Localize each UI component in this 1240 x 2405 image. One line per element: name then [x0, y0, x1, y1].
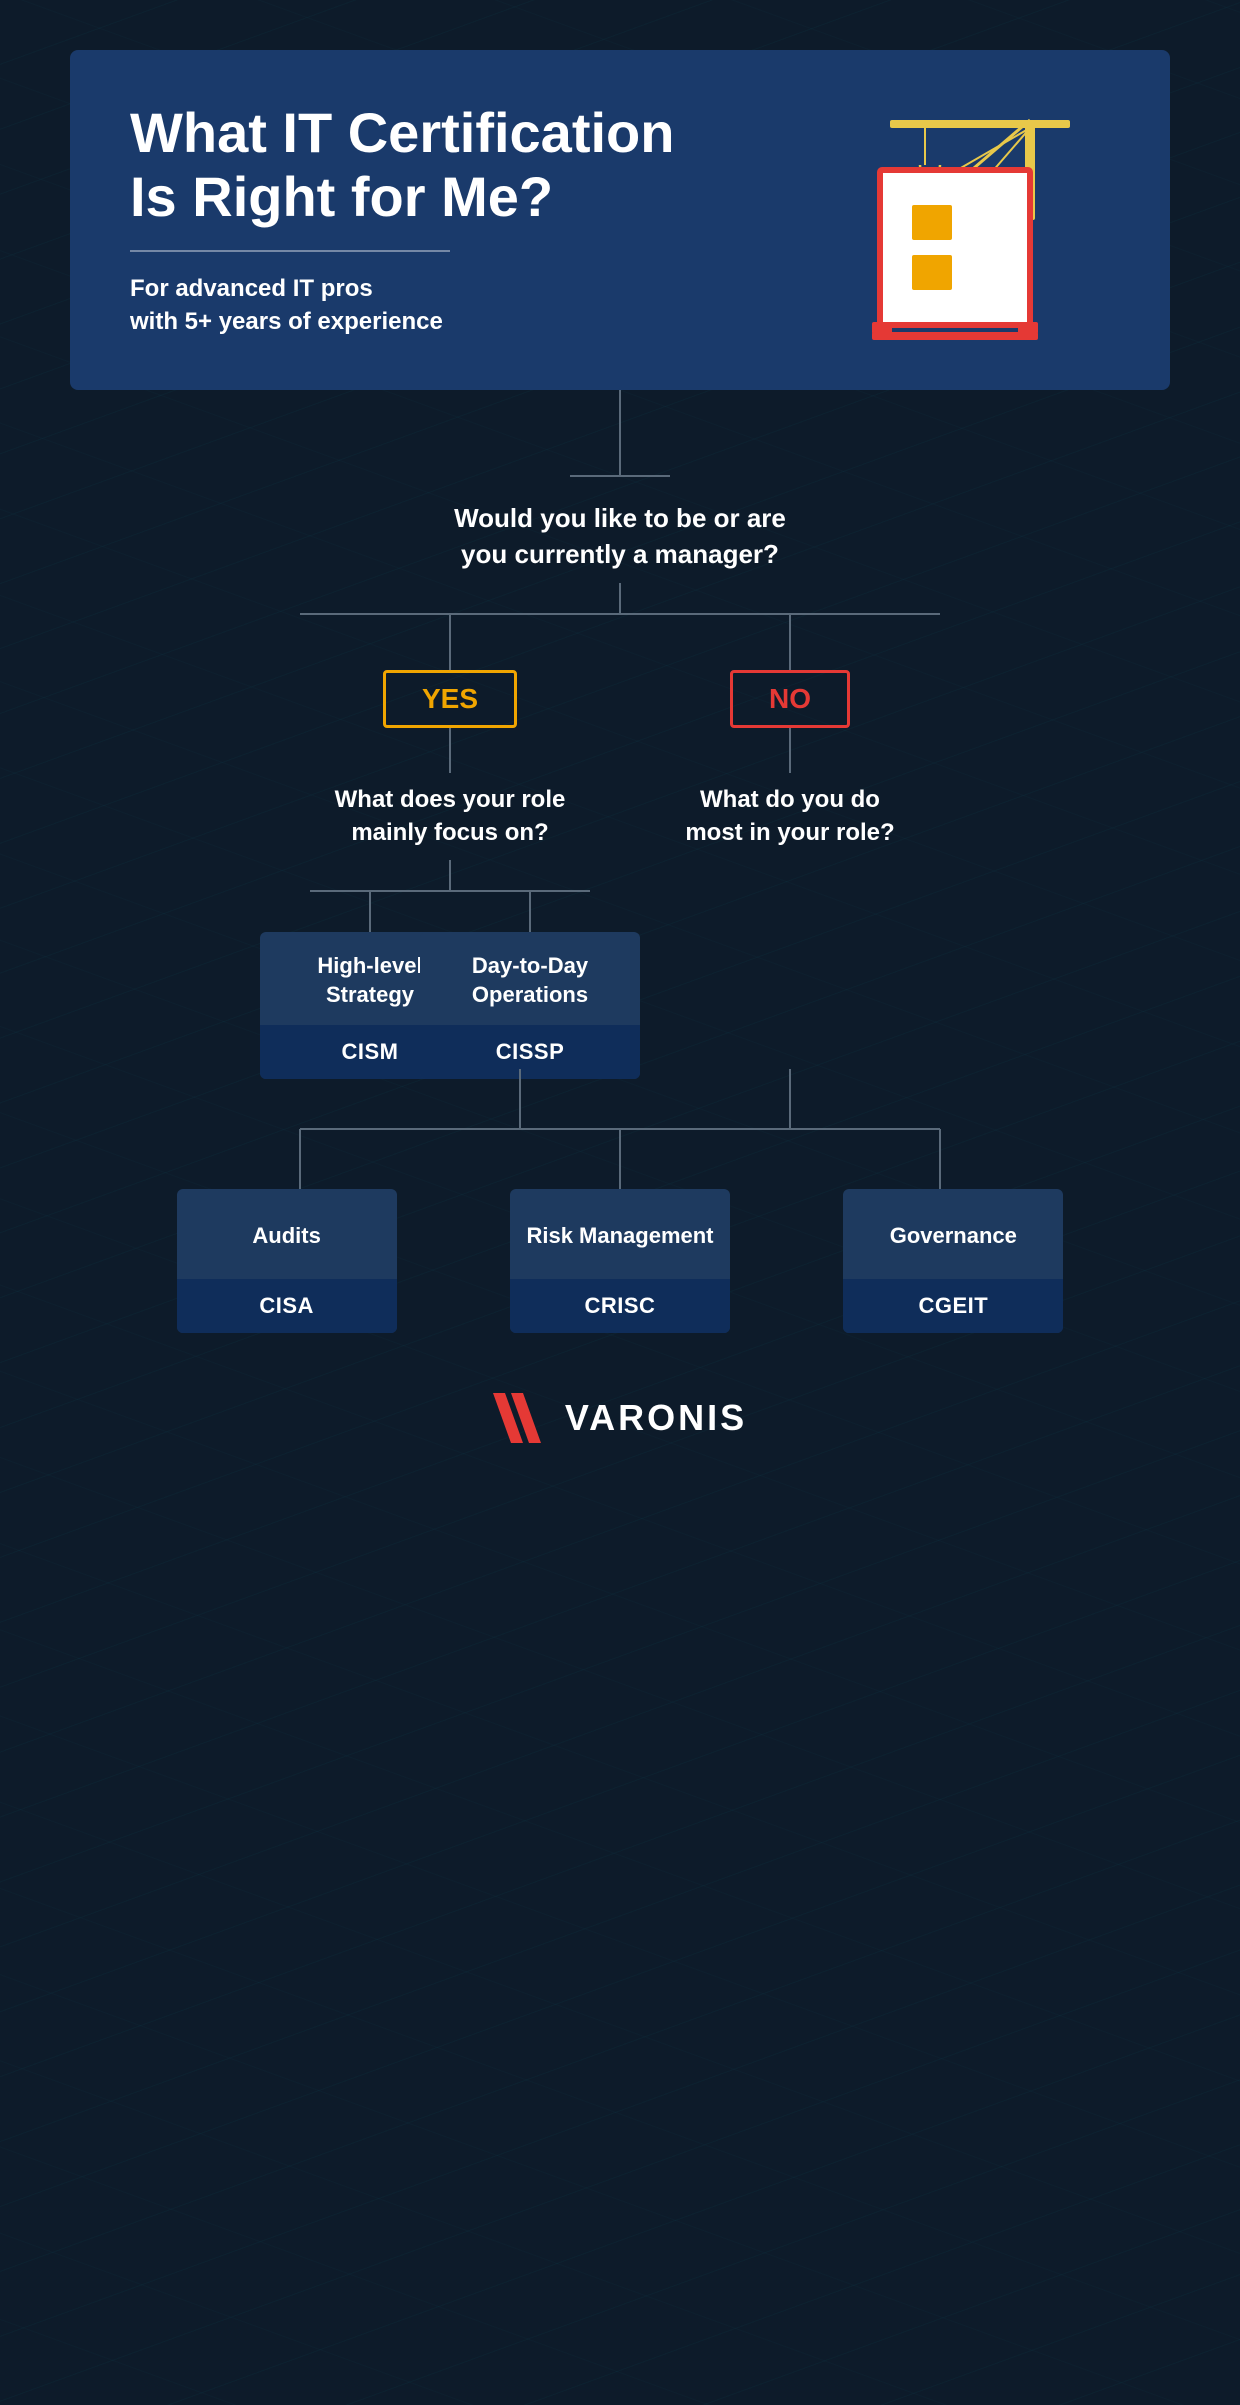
connector-cissp-v — [529, 892, 531, 932]
varonis-icon — [493, 1393, 553, 1443]
header-banner: What IT CertificationIs Right for Me? Fo… — [70, 50, 1170, 390]
connector-tbar-top — [570, 460, 670, 490]
header-subtitle: For advanced IT proswith 5+ years of exp… — [130, 272, 830, 339]
question-1: Would you like to be or areyou currently… — [434, 490, 806, 583]
crane-illustration — [830, 100, 1110, 340]
crisc-card: Risk Management CRISC — [510, 1189, 730, 1333]
cisa-card: Audits CISA — [177, 1189, 397, 1333]
cgeit-label: Governance — [843, 1189, 1063, 1279]
yes-badge: YES — [383, 670, 517, 728]
no-question: What do you domost in your role? — [665, 773, 914, 860]
cgeit-card: Governance CGEIT — [843, 1189, 1063, 1333]
no-badge: NO — [730, 670, 850, 728]
crisc-cert: CRISC — [510, 1279, 730, 1333]
bottom-merge-connector — [120, 1069, 1120, 1189]
header-title: What IT CertificationIs Right for Me? — [130, 101, 830, 230]
varonis-logo: VARONIS — [493, 1393, 747, 1443]
header-text: What IT CertificationIs Right for Me? Fo… — [130, 101, 830, 339]
connector-q1-split — [619, 583, 621, 613]
cgeit-column: Governance CGEIT — [843, 1189, 1063, 1333]
cisa-cert: CISA — [177, 1279, 397, 1333]
connector-header-q1 — [619, 390, 621, 460]
crisc-label: Risk Management — [510, 1189, 730, 1279]
varonis-text: VARONIS — [565, 1397, 747, 1439]
cissp-label: Day-to-Day Operations — [420, 932, 640, 1025]
connector-yes-v2 — [449, 728, 451, 773]
flowchart: Would you like to be or areyou currently… — [70, 390, 1170, 1333]
cisa-column: Audits CISA — [177, 1189, 397, 1333]
yes-question: What does your rolemainly focus on? — [315, 773, 586, 860]
crisc-column: Risk Management CRISC — [510, 1189, 730, 1333]
connector-no-v2 — [789, 728, 791, 773]
cissp-card: Day-to-Day Operations CISSP — [420, 932, 640, 1079]
cisa-label: Audits — [177, 1189, 397, 1279]
cgeit-cert: CGEIT — [843, 1279, 1063, 1333]
connector-cism-v — [369, 892, 371, 932]
connector-no-v1 — [789, 615, 791, 670]
connector-yes-v1 — [449, 615, 451, 670]
header-divider — [130, 250, 450, 252]
connector-yes-q2-v — [449, 860, 451, 890]
